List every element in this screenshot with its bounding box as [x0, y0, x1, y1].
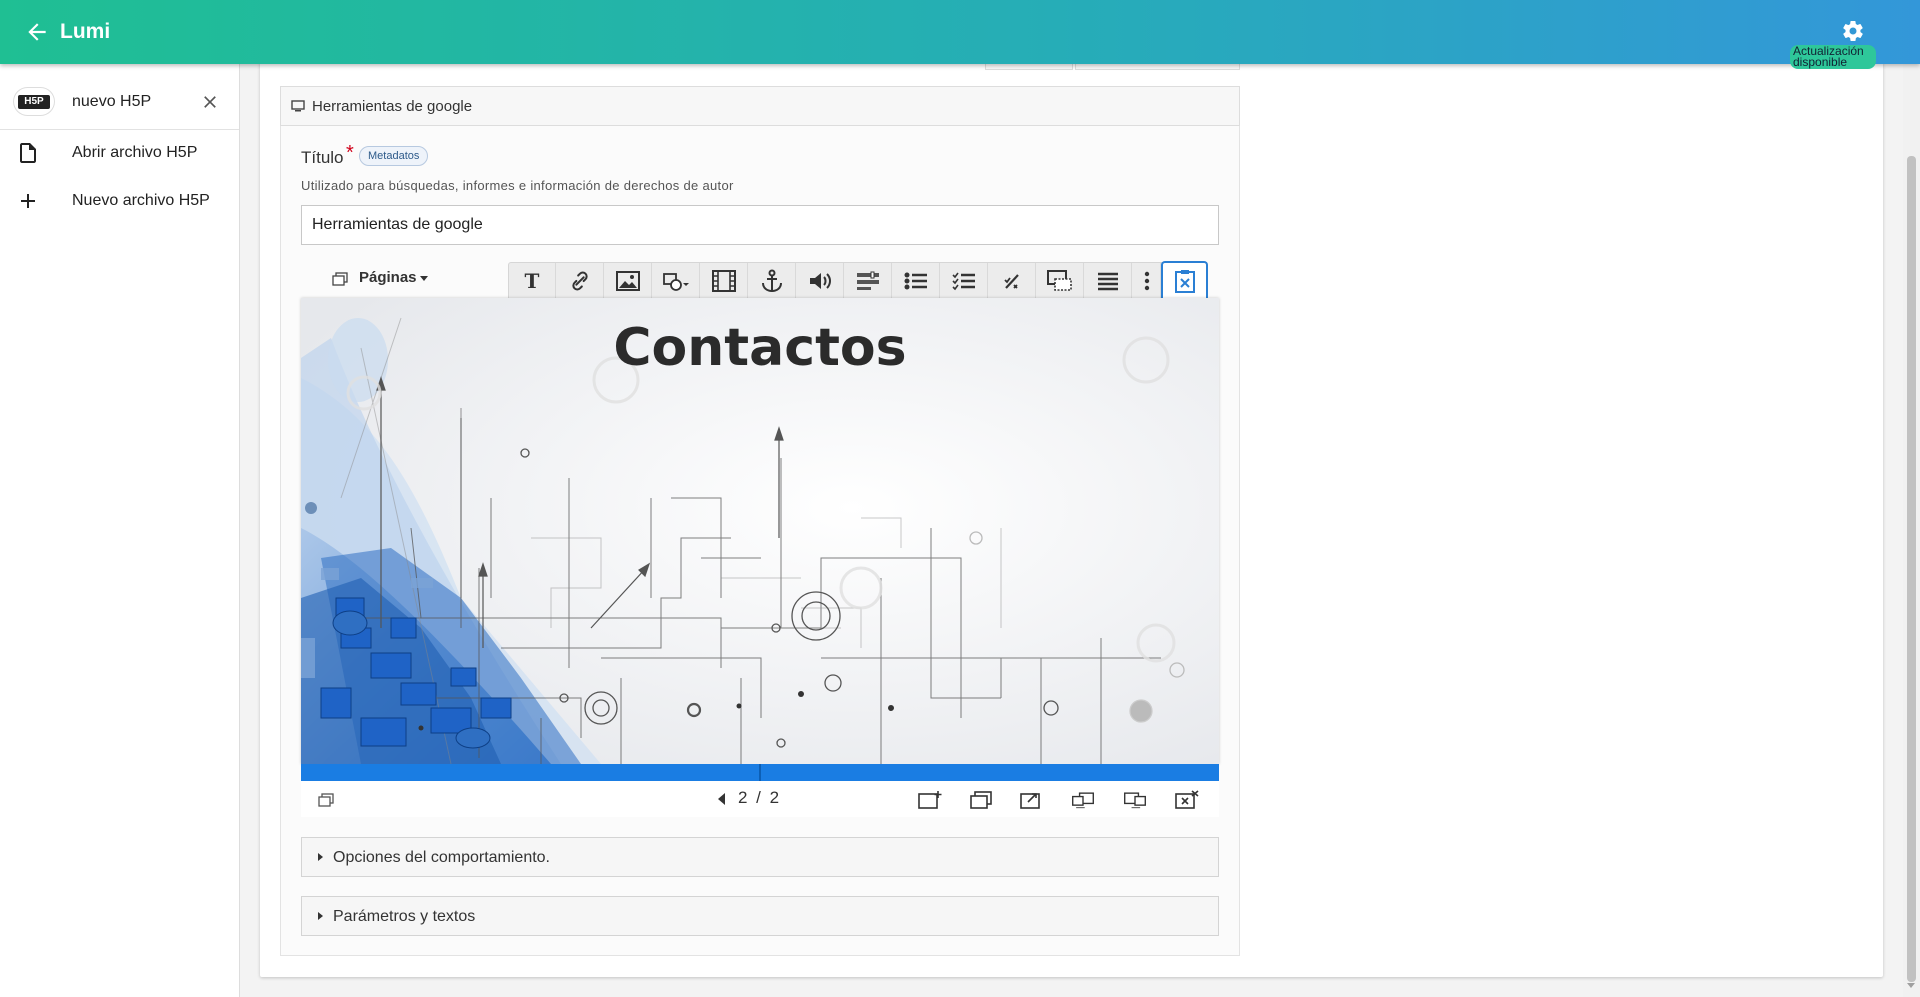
title-label: Título — [301, 148, 344, 167]
clone-slide-icon[interactable] — [969, 790, 993, 810]
app-title: Lumi — [60, 20, 111, 43]
accordion-parameters-texts[interactable]: Parámetros y textos — [301, 896, 1219, 936]
anchor-icon[interactable] — [749, 263, 796, 299]
sidebar: H5P nuevo H5P Abrir archivo H5P Nuevo ar… — [0, 64, 240, 997]
h5p-badge-text: H5P — [18, 95, 50, 109]
section-header: Herramientas de google — [280, 86, 1240, 126]
paste-icon[interactable] — [1161, 261, 1208, 299]
app-bar: Lumi Actualización disponible — [0, 0, 1920, 69]
file-icon — [20, 143, 36, 163]
content-toolbar: T — [508, 261, 1208, 299]
image-icon[interactable] — [605, 263, 652, 299]
move-slide-left-icon[interactable] — [1071, 790, 1095, 810]
audio-icon[interactable] — [797, 263, 844, 299]
add-slide-icon[interactable] — [918, 790, 942, 810]
shapes-icon[interactable] — [653, 263, 700, 299]
h5p-logo-icon: H5P — [14, 88, 54, 115]
chevron-down-icon — [420, 276, 428, 281]
video-icon[interactable] — [701, 263, 748, 299]
slide-counter: 2 / 2 — [738, 788, 782, 807]
slider-icon[interactable] — [845, 263, 892, 299]
required-mark: * — [346, 142, 354, 164]
sidebar-item-new-file[interactable]: Nuevo archivo H5P — [0, 177, 239, 225]
text-icon[interactable]: T — [509, 263, 556, 299]
previous-slide-icon[interactable] — [718, 793, 725, 805]
slide-title[interactable]: Contactos — [301, 318, 1219, 378]
more-icon[interactable] — [1133, 263, 1161, 299]
pages-icon — [332, 272, 348, 286]
accordion-behaviour-options[interactable]: Opciones del comportamiento. — [301, 837, 1219, 877]
sidebar-item-label: Nuevo archivo H5P — [72, 192, 210, 209]
sidebar-file-name: nuevo H5P — [72, 93, 152, 110]
slide-canvas[interactable]: Contactos — [301, 298, 1219, 764]
gear-icon[interactable] — [1841, 19, 1865, 43]
dialog-icon[interactable] — [1037, 263, 1084, 299]
slide-navigation: 2 / 2 — [301, 781, 1219, 817]
section-header-label: Herramientas de google — [312, 98, 473, 115]
monitor-icon — [291, 100, 305, 112]
progress-marker — [759, 764, 761, 781]
sidebar-item-current-file[interactable]: H5P nuevo H5P — [0, 74, 239, 130]
sidebar-item-open-file[interactable]: Abrir archivo H5P — [0, 129, 239, 177]
chevron-right-icon — [318, 912, 323, 920]
update-available-badge[interactable]: Actualización disponible — [1790, 45, 1876, 69]
link-icon[interactable] — [557, 263, 604, 299]
title-input[interactable] — [301, 205, 1219, 245]
page-scrollbar[interactable] — [1903, 64, 1920, 997]
back-arrow-icon[interactable] — [24, 19, 50, 45]
slides-icon[interactable] — [318, 793, 334, 807]
delete-slide-icon[interactable] — [1175, 790, 1199, 810]
checklist-icon[interactable] — [941, 263, 988, 299]
list-icon[interactable] — [893, 263, 940, 299]
scroll-down-arrow-icon[interactable] — [1907, 983, 1915, 988]
scrollbar-thumb[interactable] — [1907, 156, 1916, 982]
percent-icon[interactable] — [989, 263, 1036, 299]
move-slide-right-icon[interactable] — [1123, 790, 1147, 810]
chevron-right-icon — [318, 853, 323, 861]
accordion-label: Opciones del comportamiento. — [333, 849, 550, 866]
plus-icon — [21, 194, 35, 208]
slide-background-icon[interactable] — [1020, 790, 1044, 810]
sidebar-item-label: Abrir archivo H5P — [72, 144, 198, 161]
pages-dropdown-label: Páginas — [359, 269, 417, 286]
close-icon[interactable] — [200, 92, 220, 112]
metadata-button[interactable]: Metadatos — [359, 146, 429, 166]
slide-progress-bar — [301, 764, 1219, 781]
summary-icon[interactable] — [1085, 263, 1132, 299]
accordion-label: Parámetros y textos — [333, 908, 476, 925]
title-description: Utilizado para búsquedas, informes e inf… — [301, 178, 734, 193]
